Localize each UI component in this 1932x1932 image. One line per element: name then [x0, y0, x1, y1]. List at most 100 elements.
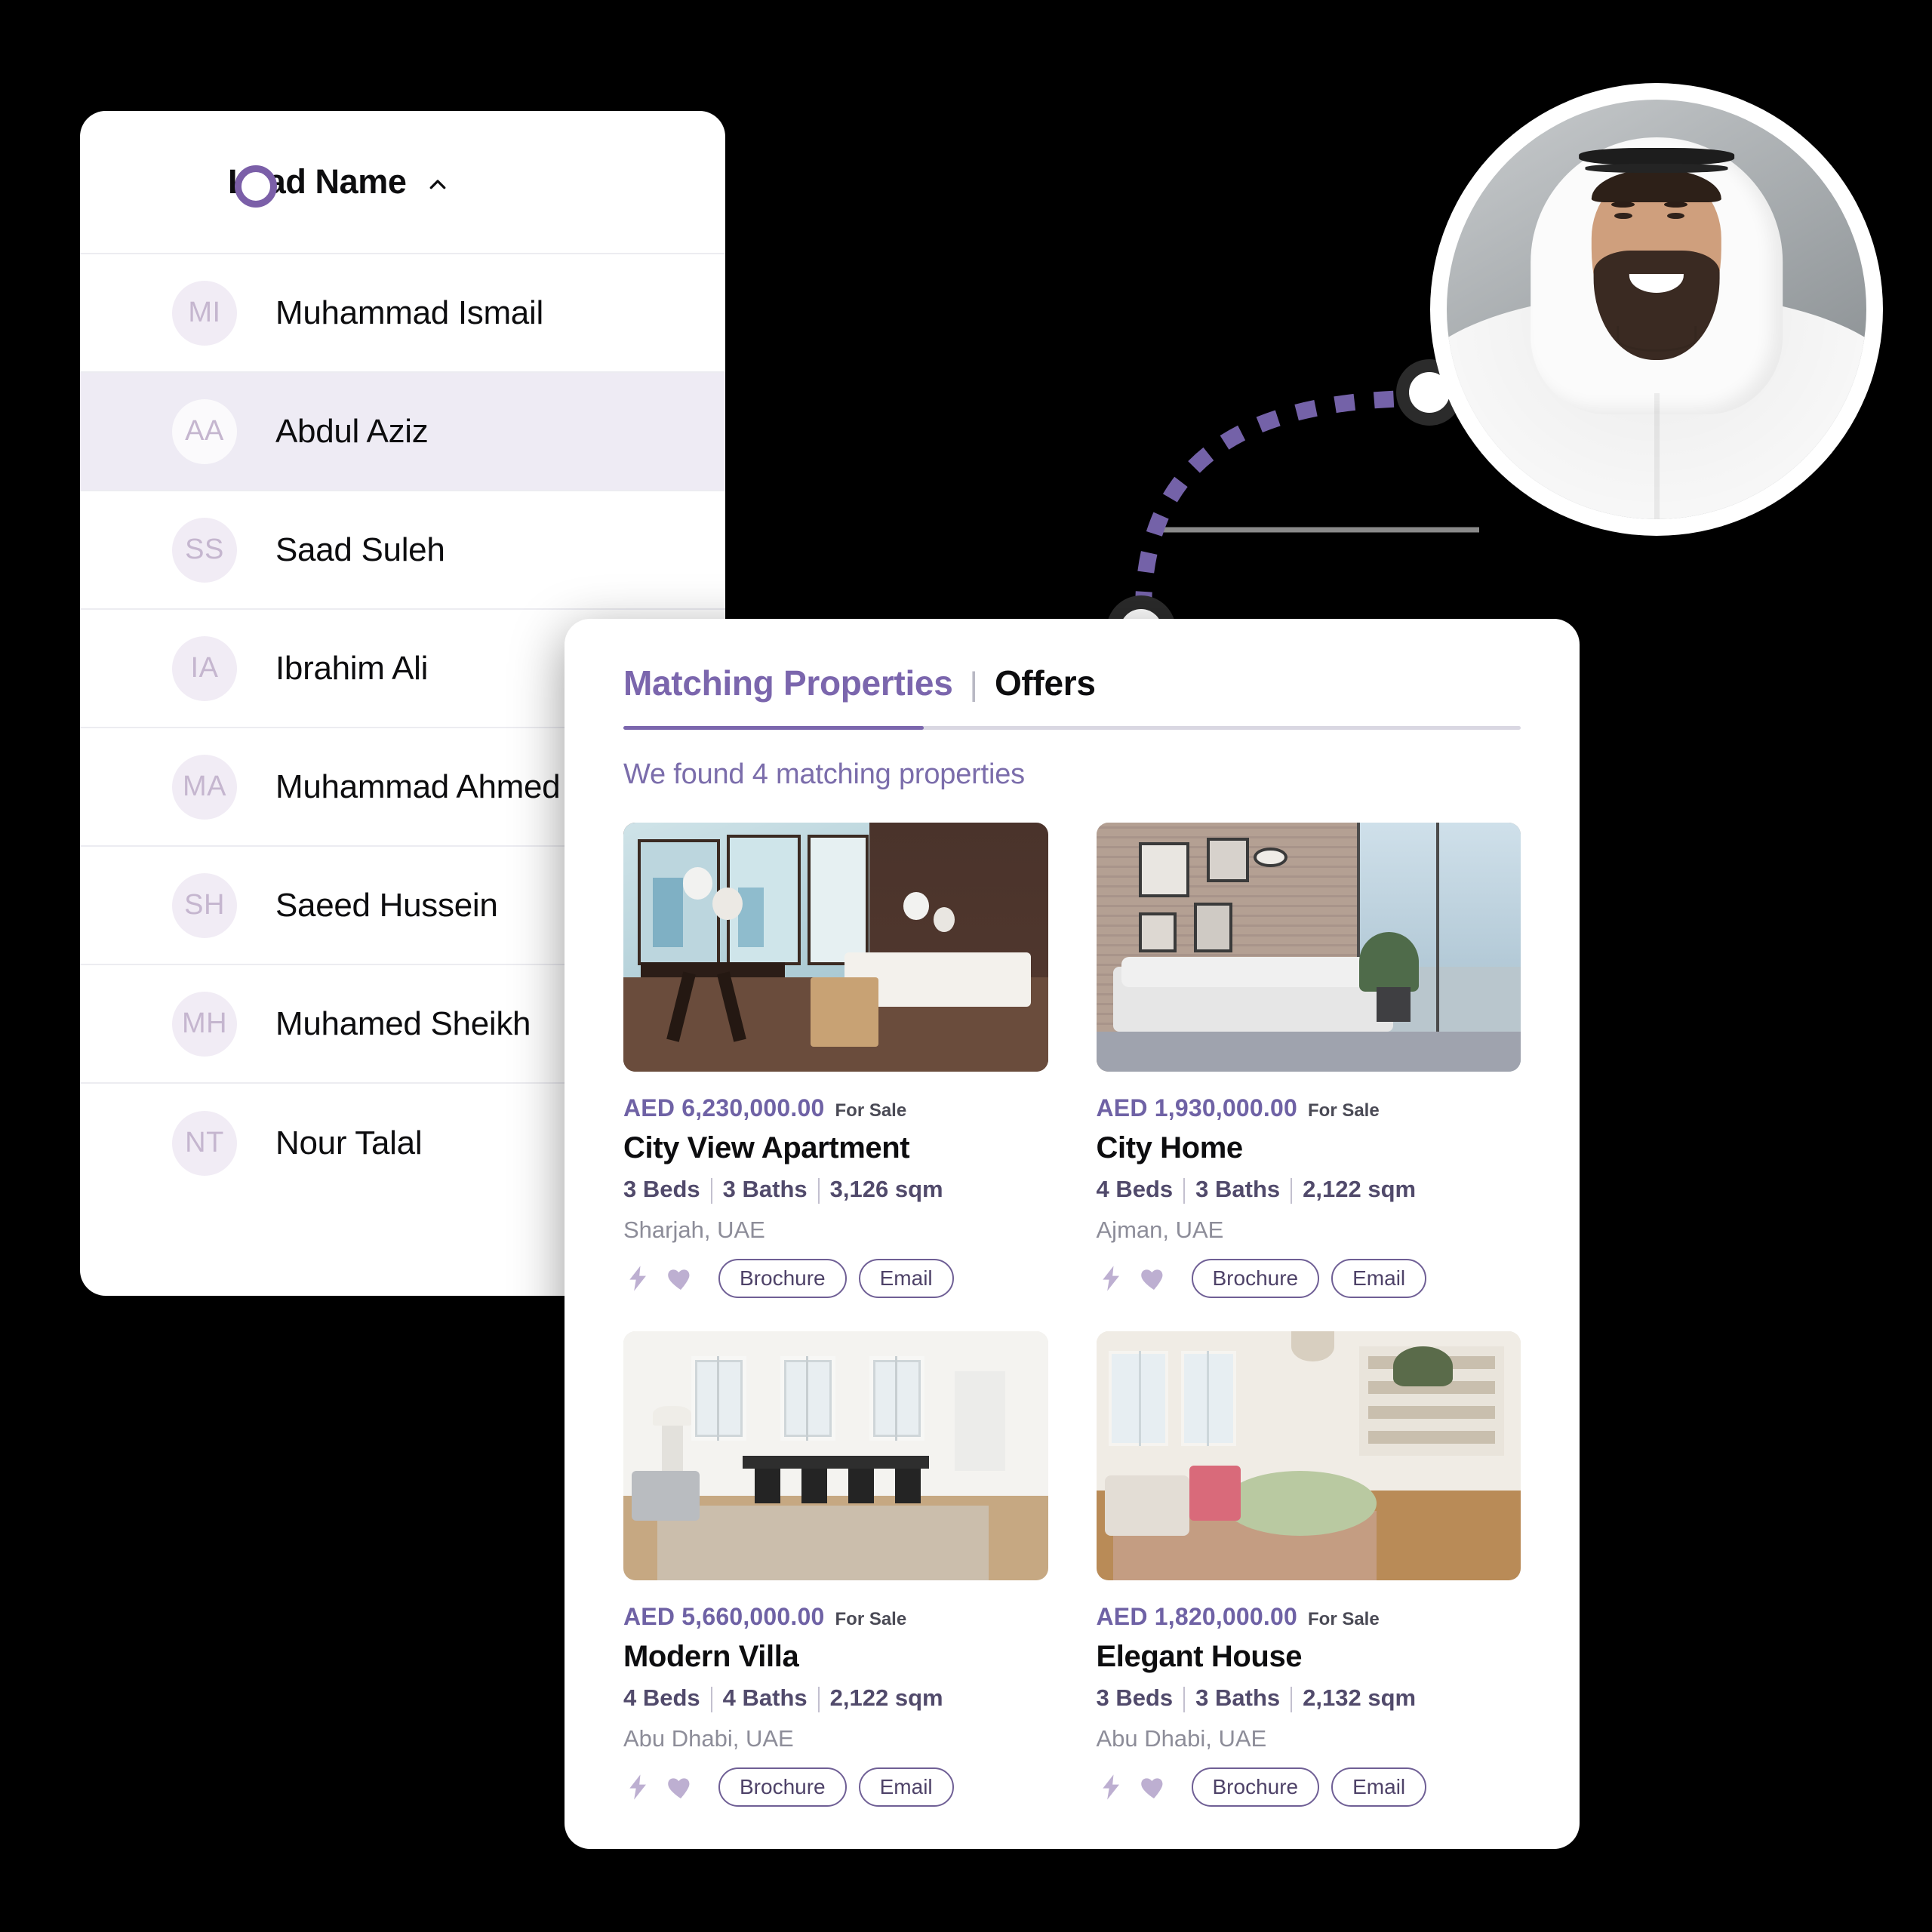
heart-icon[interactable]: [666, 1263, 696, 1294]
heart-icon[interactable]: [1139, 1263, 1169, 1294]
tab-separator: |: [969, 666, 978, 703]
avatar-initials: MH: [172, 991, 237, 1057]
matching-properties-panel: Matching Properties | Offers We found 4 …: [565, 619, 1580, 1849]
property-actions: Brochure Email: [1097, 1767, 1521, 1807]
screenshot-root: { "leads_panel": { "header": { "title": …: [0, 0, 1932, 1932]
spec-divider: [710, 1687, 712, 1712]
spec-divider: [710, 1178, 712, 1204]
spec-divider: [1183, 1178, 1186, 1204]
price-row: AED 1,820,000.00 For Sale: [1097, 1603, 1521, 1631]
tab-matching-properties[interactable]: Matching Properties: [623, 663, 953, 703]
spec-divider: [817, 1178, 820, 1204]
avatar-initials: MA: [172, 754, 237, 820]
spec-divider: [1291, 1178, 1293, 1204]
spec-baths: 4 Baths: [722, 1684, 808, 1711]
avatar-initials: IA: [172, 635, 237, 701]
lightning-bolt-icon[interactable]: [1097, 1263, 1127, 1294]
property-card[interactable]: AED 5,660,000.00 For Sale Modern Villa 4 Be…: [623, 1331, 1048, 1807]
property-card[interactable]: AED 1,820,000.00 For Sale Elegant House 3 B…: [1096, 1331, 1521, 1807]
price-row: AED 6,230,000.00 For Sale: [623, 1094, 1048, 1122]
property-price: AED 1,930,000.00: [1096, 1094, 1297, 1121]
spec-area: 3,126 sqm: [829, 1176, 943, 1202]
heart-icon[interactable]: [666, 1772, 696, 1802]
avatar-initials: AA: [172, 398, 237, 464]
lead-name-label: Abdul Aziz: [275, 412, 429, 450]
spec-baths: 3 Baths: [1195, 1176, 1281, 1202]
property-specs: 4 Beds 3 Baths 2,122 sqm: [1096, 1176, 1521, 1204]
property-actions: Brochure Email: [623, 1767, 1048, 1807]
brochure-button[interactable]: Brochure: [718, 1767, 847, 1807]
lightning-bolt-icon[interactable]: [623, 1263, 654, 1294]
property-image[interactable]: [1096, 823, 1521, 1072]
spec-divider: [817, 1687, 820, 1712]
panel-tabs: Matching Properties | Offers: [623, 663, 1521, 703]
email-button[interactable]: Email: [1331, 1259, 1427, 1298]
spec-divider: [1291, 1687, 1293, 1712]
brochure-button[interactable]: Brochure: [1191, 1767, 1320, 1807]
property-title[interactable]: Modern Villa: [623, 1640, 1048, 1674]
lead-row[interactable]: SS Saad Suleh: [80, 491, 725, 610]
tab-underline: [623, 726, 1521, 730]
lightning-bolt-icon[interactable]: [623, 1772, 654, 1802]
avatar-portrait-image: [1447, 100, 1866, 519]
spec-beds: 3 Beds: [623, 1176, 700, 1202]
property-title[interactable]: City Home: [1097, 1131, 1521, 1165]
property-card[interactable]: AED 6,230,000.00 For Sale City View Apartm…: [623, 823, 1048, 1298]
lightning-bolt-icon[interactable]: [1097, 1772, 1127, 1802]
avatar-initials: SH: [172, 872, 237, 938]
property-image[interactable]: [623, 1331, 1048, 1580]
lead-name-label: Saad Suleh: [275, 531, 445, 568]
brochure-button[interactable]: Brochure: [718, 1259, 847, 1298]
property-card[interactable]: AED 1,930,000.00 For Sale City Home 4 Beds 3…: [1096, 823, 1521, 1298]
spec-divider: [1183, 1687, 1186, 1712]
property-actions: Brochure Email: [1097, 1259, 1521, 1298]
property-actions: Brochure Email: [623, 1259, 1048, 1298]
property-price: AED 1,820,000.00: [1096, 1603, 1297, 1630]
avatar: [1430, 83, 1883, 536]
spec-beds: 4 Beds: [623, 1684, 700, 1711]
property-image[interactable]: [623, 823, 1048, 1072]
result-summary: We found 4 matching properties: [623, 758, 1025, 790]
status-badge: For Sale: [835, 1100, 907, 1121]
property-location: Sharjah, UAE: [623, 1217, 765, 1243]
property-image[interactable]: [1096, 1331, 1521, 1580]
property-price: AED 5,660,000.00: [623, 1603, 825, 1630]
status-badge: For Sale: [1308, 1100, 1380, 1121]
email-button[interactable]: Email: [1331, 1767, 1427, 1807]
avatar-initials: SS: [172, 517, 237, 583]
circle-radio-icon[interactable]: [235, 165, 277, 208]
leads-table-header[interactable]: Lead Name: [80, 111, 725, 254]
property-specs: 3 Beds 3 Baths 2,132 sqm: [1097, 1684, 1521, 1712]
spec-baths: 3 Baths: [722, 1176, 808, 1202]
status-badge: For Sale: [835, 1609, 907, 1629]
avatar-initials: NT: [172, 1110, 237, 1176]
email-button[interactable]: Email: [858, 1767, 954, 1807]
spec-area: 2,122 sqm: [1303, 1176, 1417, 1202]
lead-name-label: Muhammad Ahmed: [275, 768, 561, 805]
lead-row[interactable]: AA Abdul Aziz: [80, 373, 725, 491]
lead-row[interactable]: MI Muhammad Ismail: [80, 254, 725, 373]
email-button[interactable]: Email: [858, 1259, 954, 1298]
price-row: AED 5,660,000.00 For Sale: [623, 1603, 1048, 1631]
property-title[interactable]: City View Apartment: [623, 1131, 1048, 1165]
lead-name-label: Muhamed Sheikh: [275, 1004, 531, 1042]
property-price: AED 6,230,000.00: [623, 1094, 825, 1121]
property-location: Ajman, UAE: [1096, 1217, 1224, 1243]
lead-name-label: Nour Talal: [275, 1124, 423, 1161]
tab-offers[interactable]: Offers: [995, 663, 1096, 703]
spec-beds: 3 Beds: [1096, 1684, 1174, 1711]
chevron-up-icon[interactable]: [426, 174, 449, 196]
lead-name-label: Muhammad Ismail: [275, 294, 543, 331]
spec-area: 2,122 sqm: [829, 1684, 943, 1711]
lead-name-label: Saeed Hussein: [275, 886, 498, 924]
property-specs: 4 Beds 4 Baths 2,122 sqm: [623, 1684, 1048, 1712]
heart-icon[interactable]: [1139, 1772, 1169, 1802]
price-row: AED 1,930,000.00 For Sale: [1097, 1094, 1521, 1122]
spec-beds: 4 Beds: [1096, 1176, 1174, 1202]
spec-area: 2,132 sqm: [1303, 1684, 1417, 1711]
property-card-grid: AED 6,230,000.00 For Sale City View Apartm…: [623, 823, 1521, 1807]
status-badge: For Sale: [1308, 1609, 1380, 1629]
property-title[interactable]: Elegant House: [1097, 1640, 1521, 1674]
property-location: Abu Dhabi, UAE: [1096, 1725, 1267, 1752]
brochure-button[interactable]: Brochure: [1191, 1259, 1320, 1298]
